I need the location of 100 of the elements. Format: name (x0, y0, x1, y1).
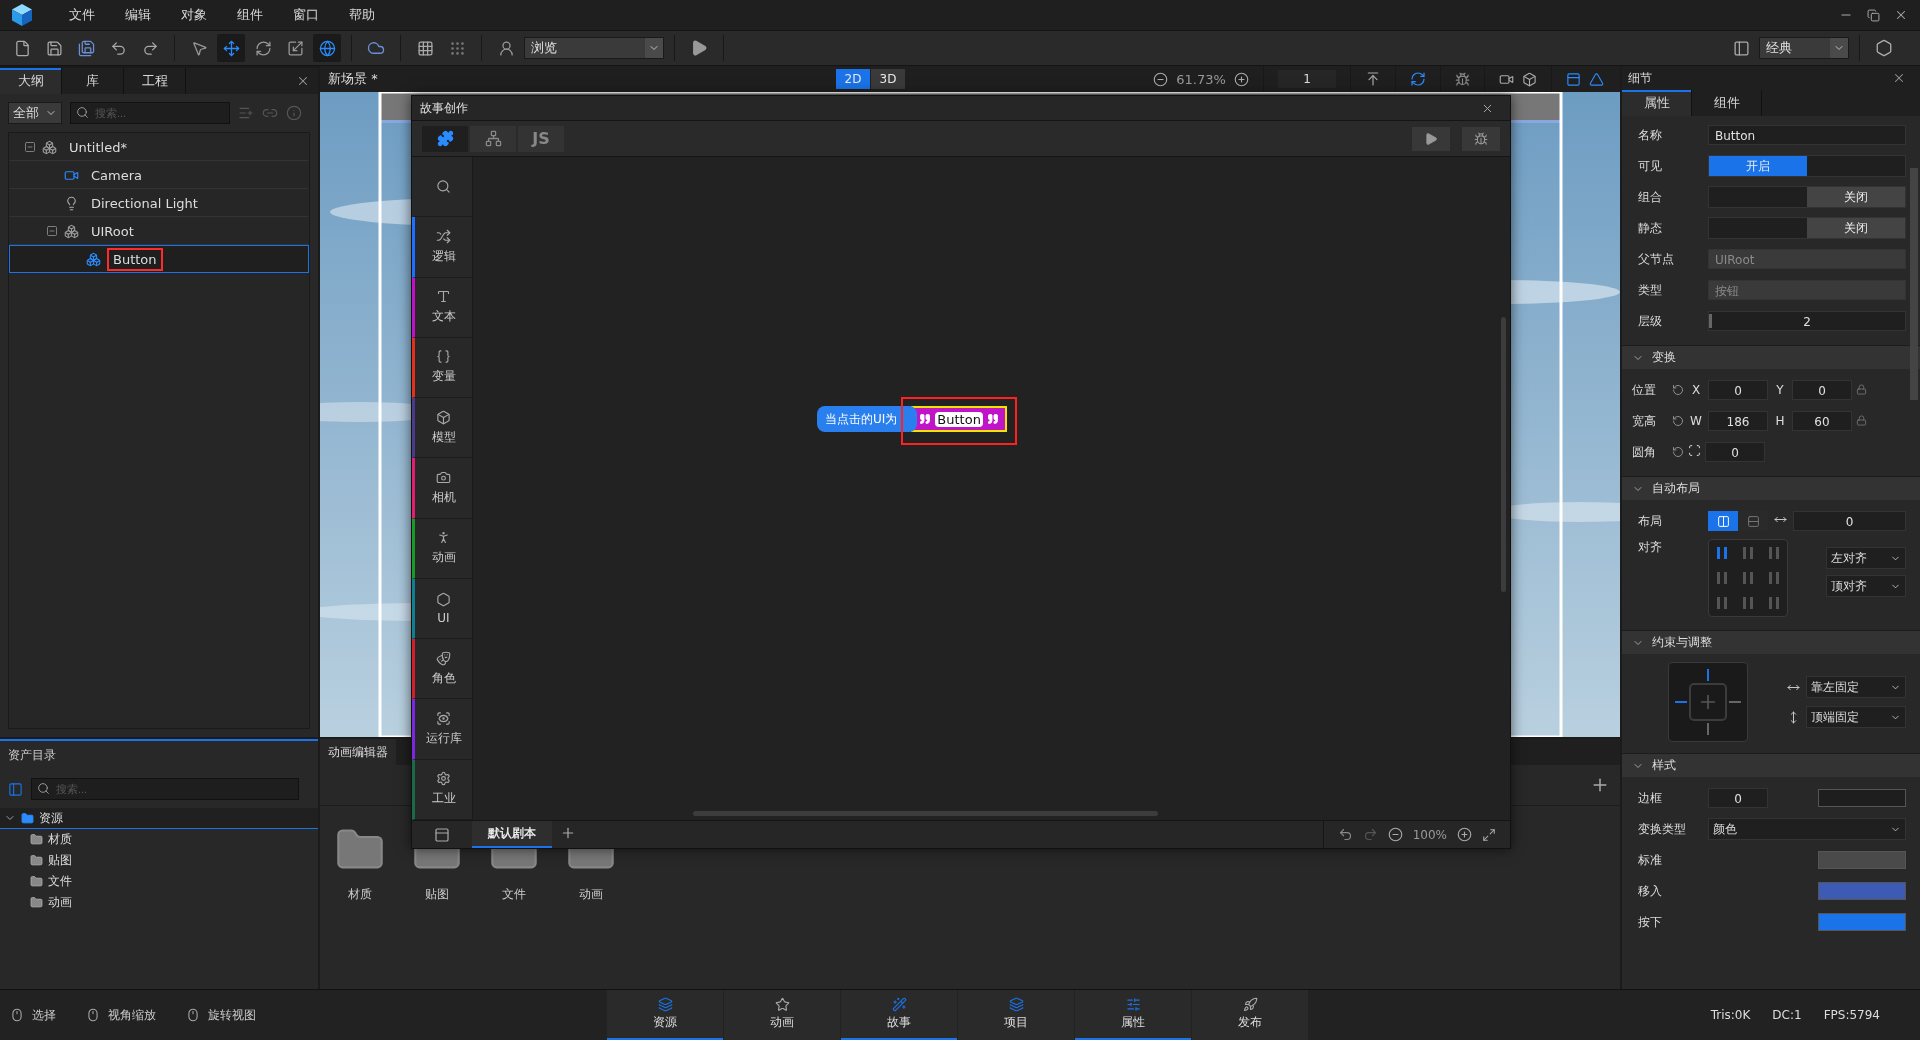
alignment-option[interactable] (1769, 572, 1779, 584)
editor-tab[interactable] (422, 125, 468, 152)
zoom-out-icon[interactable] (1153, 71, 1168, 87)
lock-icon[interactable] (1856, 383, 1867, 395)
menu-item[interactable]: 对象 (166, 0, 222, 30)
alignment-option[interactable] (1717, 572, 1727, 584)
v-constraint-select[interactable]: 顶端固定 (1806, 706, 1906, 728)
reset-icon[interactable] (1672, 384, 1684, 396)
anchor-handle[interactable] (1707, 723, 1709, 735)
undo-icon[interactable] (1337, 827, 1353, 842)
number-field[interactable]: 0 (1792, 380, 1852, 400)
number-field[interactable]: 0 (1708, 788, 1768, 808)
category-item[interactable]: UI (412, 578, 472, 640)
v-align-select[interactable]: 顶对齐 (1826, 575, 1906, 597)
panel-tab[interactable]: 大纲 (0, 68, 62, 94)
collapse-icon[interactable] (24, 141, 36, 153)
close-icon[interactable] (296, 74, 310, 88)
panel-tab[interactable]: 动画编辑器 (320, 739, 396, 765)
anchor-handle[interactable] (1707, 669, 1709, 681)
category-item[interactable]: 变量 (412, 337, 472, 399)
menu-item[interactable]: 组件 (222, 0, 278, 30)
tool-button[interactable] (217, 34, 245, 62)
nav-tab[interactable]: 发布 (1192, 990, 1308, 1040)
nav-tab[interactable]: 故事 (841, 990, 957, 1040)
folder-row[interactable]: 材质 (0, 829, 318, 850)
block-value[interactable]: Button (935, 411, 983, 427)
toggle-switch[interactable]: 关闭 (1807, 218, 1905, 238)
menu-item[interactable]: 编辑 (110, 0, 166, 30)
section-header[interactable]: 约束与调整 (1622, 630, 1920, 654)
category-item[interactable]: 逻辑 (412, 217, 472, 278)
h-constraint-select[interactable]: 靠左固定 (1806, 676, 1906, 698)
number-field[interactable]: 0 (1708, 380, 1768, 400)
color-swatch[interactable] (1818, 789, 1906, 807)
alignment-option[interactable] (1717, 546, 1727, 559)
zoom-in-icon[interactable] (1457, 827, 1472, 842)
cube-icon[interactable] (1522, 71, 1537, 87)
script-tab[interactable]: 默认剧本 (472, 821, 552, 848)
layout-select[interactable]: 经典 (1759, 37, 1849, 59)
mode-select[interactable]: 浏览 (524, 37, 664, 59)
category-item[interactable]: 文本 (412, 277, 472, 338)
category-item[interactable]: 模型 (412, 398, 472, 459)
category-item[interactable]: 动画 (412, 518, 472, 579)
anchor-handle[interactable] (1729, 701, 1741, 703)
editor-tab[interactable]: JS (518, 125, 564, 152)
menu-item[interactable]: 窗口 (278, 0, 334, 30)
run-button[interactable] (1412, 126, 1450, 151)
category-item[interactable]: 工业 (412, 759, 472, 820)
alignment-option[interactable] (1743, 597, 1753, 610)
event-block[interactable]: 当点击的UI为 (817, 406, 918, 432)
collapse-icon[interactable] (46, 225, 58, 237)
h-align-select[interactable]: 左对齐 (1826, 547, 1906, 569)
layout-direction-button[interactable] (1708, 511, 1738, 531)
zoom-in-icon[interactable] (1234, 71, 1249, 87)
view-mode-toggle[interactable]: 2D (836, 69, 870, 89)
text-block[interactable]: Button (911, 406, 1007, 432)
close-icon[interactable] (1894, 8, 1908, 22)
align-top-icon[interactable] (1365, 71, 1381, 87)
number-field[interactable]: 60 (1792, 411, 1852, 431)
folder-row[interactable]: 资源 (0, 808, 318, 829)
alignment-option[interactable] (1717, 597, 1727, 610)
tree-row[interactable]: Directional Light (9, 189, 309, 217)
alignment-grid[interactable] (1708, 539, 1788, 617)
scrollbar-thumb[interactable] (1910, 168, 1918, 400)
folder-row[interactable]: 文件 (0, 871, 318, 892)
layer-field[interactable]: 1 (1278, 70, 1336, 88)
color-swatch[interactable] (1818, 913, 1906, 931)
alignment-option[interactable] (1743, 546, 1753, 559)
section-header[interactable]: 变换 (1622, 345, 1920, 369)
number-field[interactable]: 2 (1708, 311, 1906, 331)
color-swatch[interactable] (1818, 851, 1906, 869)
transition-select[interactable]: 颜色 (1708, 818, 1906, 840)
folder-row[interactable]: 动画 (0, 892, 318, 913)
anchor-handle[interactable] (1675, 701, 1687, 703)
panel-tab[interactable]: 属性 (1622, 90, 1692, 116)
category-item[interactable]: 运行库 (412, 699, 472, 760)
alignment-option[interactable] (1743, 572, 1753, 584)
toggle-switch[interactable]: 关闭 (1807, 187, 1905, 207)
lock-icon[interactable] (1856, 414, 1867, 426)
close-icon[interactable] (1892, 71, 1906, 85)
number-field[interactable]: 0 (1705, 442, 1765, 462)
debug-button[interactable] (1462, 126, 1500, 151)
zoom-out-icon[interactable] (1387, 827, 1403, 842)
corners-icon[interactable] (1688, 444, 1701, 457)
section-header[interactable]: 自动布局 (1622, 476, 1920, 500)
sync-icon[interactable] (1410, 71, 1426, 87)
gradient-icon[interactable] (1589, 71, 1604, 87)
restore-icon[interactable] (1867, 8, 1880, 22)
panel-icon[interactable] (1566, 71, 1581, 87)
category-item[interactable]: 相机 (412, 458, 472, 519)
add-node-icon[interactable] (238, 105, 254, 121)
tree-row[interactable]: Button (9, 245, 309, 273)
color-swatch[interactable] (1818, 882, 1906, 900)
tree-row[interactable]: Untitled* (9, 133, 309, 161)
category-item[interactable]: 角色 (412, 639, 472, 700)
view-mode-toggle[interactable]: 3D (871, 69, 905, 89)
folder-row[interactable]: 贴图 (0, 850, 318, 871)
menu-item[interactable]: 文件 (54, 0, 110, 30)
section-header[interactable]: 样式 (1622, 753, 1920, 777)
tree-label[interactable]: UIRoot (85, 219, 140, 243)
scrollbar-thumb[interactable] (1501, 317, 1506, 592)
